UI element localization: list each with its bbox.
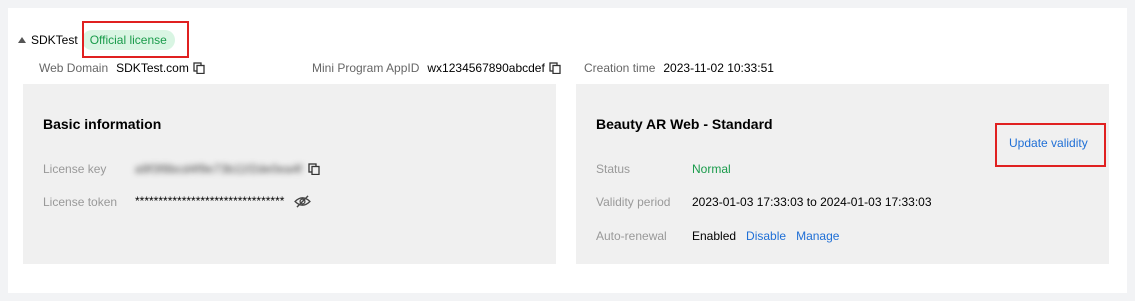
creation-time-label: Creation time bbox=[584, 61, 656, 75]
manage-link[interactable]: Manage bbox=[796, 229, 839, 243]
license-key-label: License key bbox=[43, 162, 107, 176]
collapse-caret-icon[interactable] bbox=[18, 37, 26, 43]
eye-off-icon[interactable] bbox=[294, 194, 312, 208]
creation-time-value: 2023-11-02 10:33:51 bbox=[663, 61, 774, 75]
license-key-field: a9f3f8bcd4f9e73b11f2de0ea4f bbox=[135, 162, 320, 176]
license-token-field: ******************************** bbox=[135, 194, 312, 208]
auto-renewal-field: Enabled Disable Manage bbox=[692, 229, 839, 243]
status-label: Status bbox=[596, 162, 631, 176]
web-domain-value: SDKTest.com bbox=[116, 61, 189, 75]
basic-info-panel: Basic information License key a9f3f8bcd4… bbox=[23, 84, 556, 264]
auto-renewal-value: Enabled bbox=[692, 229, 737, 243]
mini-program-label: Mini Program AppID bbox=[312, 61, 420, 75]
product-title: Beauty AR Web - Standard bbox=[596, 116, 773, 132]
web-domain-label: Web Domain bbox=[39, 61, 109, 75]
validity-value: 2023-01-03 17:33:03 to 2024-01-03 17:33:… bbox=[692, 195, 932, 209]
auto-renewal-label: Auto-renewal bbox=[596, 229, 667, 243]
license-token-label: License token bbox=[43, 195, 118, 209]
creation-time-row: Creation time 2023-11-02 10:33:51 bbox=[584, 58, 774, 78]
app-header: SDKTest Official license bbox=[18, 28, 175, 52]
basic-info-title: Basic information bbox=[43, 116, 162, 132]
license-type-badge: Official license bbox=[81, 30, 175, 50]
mini-program-row: Mini Program AppID wx1234567890abcdef bbox=[312, 58, 561, 78]
disable-link[interactable]: Disable bbox=[746, 229, 786, 243]
update-validity-link[interactable]: Update validity bbox=[1009, 136, 1088, 150]
status-value: Normal bbox=[692, 162, 731, 176]
copy-icon[interactable] bbox=[549, 62, 561, 74]
license-key-value: a9f3f8bcd4f9e73b11f2de0ea4f bbox=[135, 162, 303, 176]
license-token-value: ******************************** bbox=[135, 194, 285, 208]
copy-icon[interactable] bbox=[193, 62, 205, 74]
mini-program-value: wx1234567890abcdef bbox=[427, 61, 545, 75]
copy-icon[interactable] bbox=[308, 163, 320, 175]
validity-label: Validity period bbox=[596, 195, 671, 209]
product-panel: Beauty AR Web - Standard Update validity… bbox=[576, 84, 1109, 264]
app-name: SDKTest bbox=[31, 33, 78, 47]
web-domain-row: Web Domain SDKTest.com bbox=[39, 58, 205, 78]
